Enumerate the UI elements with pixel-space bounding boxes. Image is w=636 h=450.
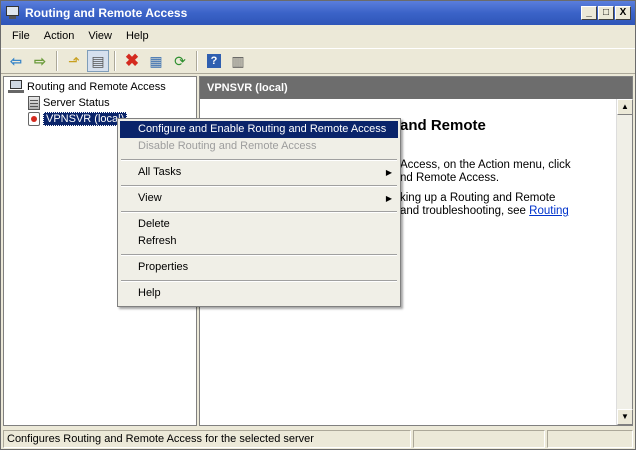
welcome-text-1: Access, on the Action menu, click nd Rem… — [400, 159, 571, 185]
text-fragment: and troubleshooting, see — [400, 205, 530, 217]
text-line: nd Remote Access. — [400, 172, 500, 184]
refresh-button[interactable]: ⟳ — [169, 50, 191, 72]
tree-item-label: Server Status — [43, 97, 110, 109]
app-computer-icon — [5, 5, 21, 21]
forward-button[interactable]: ⇨ — [29, 50, 51, 72]
toolbar-separator — [196, 51, 198, 71]
properties-button[interactable]: ▦ — [145, 50, 167, 72]
toolbar-separator — [56, 51, 58, 71]
menu-separator — [120, 276, 398, 285]
window-controls: _ □ X — [581, 6, 631, 20]
server-status-icon — [28, 96, 40, 110]
menu-item-help[interactable]: Help — [120, 285, 398, 302]
up-one-level-button[interactable]: ⬏ — [63, 50, 85, 72]
close-button[interactable]: X — [615, 6, 631, 20]
menu-item-delete[interactable]: Delete — [120, 216, 398, 233]
status-panel — [413, 430, 545, 448]
title-bar[interactable]: Routing and Remote Access _ □ X — [1, 1, 635, 25]
menu-item-all-tasks[interactable]: All Tasks ▶ — [120, 164, 398, 181]
status-bar: Configures Routing and Remote Access for… — [1, 429, 635, 449]
menu-bar: File Action View Help — [1, 25, 635, 47]
text-line: Access, on the Action menu, click — [400, 159, 571, 171]
help-icon: ? — [207, 54, 221, 68]
menu-separator — [120, 207, 398, 216]
tree-root[interactable]: Routing and Remote Access — [8, 79, 166, 95]
menu-action[interactable]: Action — [37, 28, 82, 44]
routing-help-link[interactable]: Routing — [529, 205, 569, 217]
text-line: king up a Routing and Remote — [400, 192, 556, 204]
submenu-arrow-icon: ▶ — [385, 168, 392, 177]
maximize-button[interactable]: □ — [598, 6, 614, 20]
show-hide-tree-button[interactable]: ▤ — [87, 50, 109, 72]
up-folder-icon: ⬏ — [68, 52, 80, 69]
computer-icon — [8, 80, 24, 94]
details-header: VPNSVR (local) — [200, 77, 632, 99]
back-button[interactable]: ⇦ — [5, 50, 27, 72]
show-hide-tree-icon: ▤ — [91, 52, 105, 69]
menu-item-configure-enable[interactable]: Configure and Enable Routing and Remote … — [120, 121, 398, 138]
view-button[interactable]: ▥ — [227, 50, 249, 72]
menu-item-view[interactable]: View ▶ — [120, 190, 398, 207]
properties-icon: ▦ — [149, 52, 163, 69]
context-menu: Configure and Enable Routing and Remote … — [117, 118, 401, 307]
refresh-icon: ⟳ — [174, 52, 186, 69]
menu-item-label: View — [138, 192, 162, 204]
minimize-button[interactable]: _ — [581, 6, 597, 20]
toolbar: ⇦ ⇨ ⬏ ▤ ✖ ▦ ⟳ ? ▥ — [1, 48, 635, 74]
vertical-scrollbar[interactable]: ▲ ▼ — [616, 99, 633, 425]
server-local-icon — [28, 112, 40, 126]
menu-separator — [120, 250, 398, 259]
menu-item-label: All Tasks — [138, 166, 182, 178]
tree-root-label: Routing and Remote Access — [27, 81, 166, 93]
menu-item-refresh[interactable]: Refresh — [120, 233, 398, 250]
menu-item-properties[interactable]: Properties — [120, 259, 398, 276]
menu-help[interactable]: Help — [119, 28, 156, 44]
delete-button[interactable]: ✖ — [121, 50, 143, 72]
submenu-arrow-icon: ▶ — [385, 194, 392, 203]
menu-view[interactable]: View — [81, 28, 119, 44]
window-title: Routing and Remote Access — [25, 6, 188, 20]
status-panel — [547, 430, 633, 448]
welcome-text-2: king up a Routing and Remote and trouble… — [400, 192, 569, 218]
scroll-up-button[interactable]: ▲ — [617, 99, 633, 115]
welcome-heading: and Remote — [400, 117, 486, 134]
back-arrow-icon: ⇦ — [10, 52, 22, 69]
delete-icon: ✖ — [124, 51, 140, 70]
text-line: and troubleshooting, see Routing — [400, 205, 569, 218]
tree-item-server-status[interactable]: Server Status — [26, 95, 110, 111]
menu-separator — [120, 181, 398, 190]
tree-item-label: VPNSVR (local) — [43, 112, 128, 126]
menu-item-disable: Disable Routing and Remote Access — [138, 140, 317, 152]
menu-separator — [120, 155, 398, 164]
menu-file[interactable]: File — [5, 28, 37, 44]
forward-arrow-icon: ⇨ — [34, 52, 46, 69]
view-icon: ▥ — [231, 52, 245, 69]
tree-item-vpnsvr-local[interactable]: VPNSVR (local) — [26, 111, 128, 127]
scroll-down-button[interactable]: ▼ — [617, 409, 633, 425]
status-text: Configures Routing and Remote Access for… — [3, 430, 411, 448]
toolbar-separator — [114, 51, 116, 71]
main-window: Routing and Remote Access _ □ X File Act… — [0, 0, 636, 450]
help-button[interactable]: ? — [203, 50, 225, 72]
